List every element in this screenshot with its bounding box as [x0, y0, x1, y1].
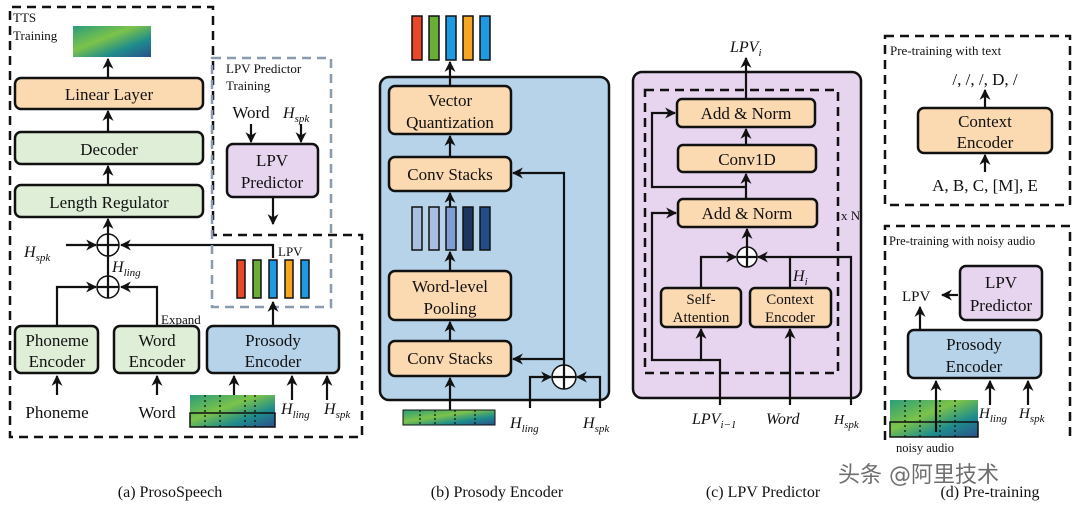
- length-regulator-label: Length Regulator: [49, 193, 169, 212]
- watermark: 头条 @阿里技术: [838, 463, 999, 488]
- quantized-vector-bars: [411, 15, 491, 61]
- panel-prosody-encoder: Vector Quantization Conv Stacks Word-lev…: [378, 15, 610, 435]
- masked-inputs: A, B, C, [M], E: [932, 176, 1038, 195]
- conv1d-label: Conv1D: [718, 150, 776, 169]
- vector-bar: [479, 206, 491, 251]
- word-level-pooling-label: Word-level: [412, 277, 488, 296]
- panel-pre-training: Pre-training with text /, /, /, D, / Con…: [883, 34, 1072, 455]
- lpv-label: LPV: [902, 289, 931, 305]
- vector-bar: [411, 206, 423, 251]
- prosospeech-diagram: TTS Training Linear Layer Decoder Length…: [8, 5, 1072, 501]
- noisy-spectrogram: [889, 400, 979, 438]
- h-spk-input-label: Hspk: [323, 401, 351, 421]
- lpv-predictor-label-2: Predictor: [970, 296, 1033, 315]
- tts-training-label: TTS: [13, 10, 36, 25]
- lpv-predictor-label: LPV: [256, 151, 289, 170]
- repeat-n-label: x N: [841, 208, 861, 223]
- panel-prosospeech: TTS Training Linear Layer Decoder Length…: [8, 5, 364, 439]
- self-attention-label-2: Attention: [673, 310, 730, 326]
- mel-spectrogram: [402, 409, 496, 426]
- add-icon: [736, 246, 758, 268]
- vector-bar: [445, 15, 457, 61]
- context-encoder-label-2: Encoder: [957, 133, 1014, 152]
- add-icon: [551, 364, 577, 390]
- decoder-label: Decoder: [80, 140, 138, 159]
- prosody-encoder-label-2: Encoder: [946, 357, 1003, 376]
- word-label: Word: [232, 103, 270, 122]
- h-ling-label: Hling: [978, 406, 1007, 425]
- prosody-encoder-label: Prosody: [245, 331, 301, 350]
- vector-quantization-label: Vector: [428, 91, 473, 110]
- vector-bar: [411, 15, 423, 61]
- vector-bar: [268, 259, 278, 299]
- text-pretraining-title: Pre-training with text: [890, 43, 1002, 58]
- phoneme-input-label: Phoneme: [25, 403, 88, 422]
- vector-bar: [462, 206, 474, 251]
- caption-b: (b) Prosody Encoder: [431, 484, 564, 501]
- lpv-training-label: LPV Predictor: [226, 61, 302, 76]
- conv-stacks-label: Conv Stacks: [407, 349, 492, 368]
- h-ling-input-label: Hling: [280, 401, 310, 421]
- vector-bar: [252, 259, 262, 299]
- vector-bar: [428, 15, 440, 61]
- panel-lpv-predictor: LPVi Add & Norm Conv1D Add & Norm x N Hi…: [631, 39, 863, 431]
- h-ling-label: Hling: [509, 415, 539, 435]
- vector-quantization-label-2: Quantization: [406, 113, 494, 132]
- h-spk-label: Hspk: [1018, 406, 1046, 425]
- vector-bar: [236, 259, 246, 299]
- lpv-predictor-label: LPV: [985, 273, 1018, 292]
- lpv-prev-label: LPVi−1: [691, 411, 736, 431]
- lpv-predictor-label-2: Predictor: [241, 173, 304, 192]
- noisy-audio-label: noisy audio: [896, 441, 954, 455]
- tts-training-label-2: Training: [13, 28, 58, 43]
- vector-bar: [479, 15, 491, 61]
- caption-c: (c) LPV Predictor: [706, 484, 821, 501]
- h-spk-label: Hspk: [582, 415, 610, 435]
- mel-spectrogram: [189, 395, 276, 428]
- word-input-label: Word: [138, 403, 176, 422]
- vector-bar: [445, 206, 457, 251]
- audio-pretraining-title: Pre-training with noisy audio: [889, 234, 1035, 248]
- add-norm-label: Add & Norm: [701, 104, 792, 123]
- context-encoder-label: Context: [766, 292, 814, 308]
- phoneme-encoder-label-2: Encoder: [29, 352, 86, 371]
- vector-bar: [462, 15, 474, 61]
- masked-outputs: /, /, /, D, /: [952, 70, 1017, 89]
- output-spectrogram: [73, 26, 151, 57]
- add-norm-label: Add & Norm: [702, 204, 793, 223]
- self-attention-label: Self-: [686, 292, 715, 308]
- vector-bar: [428, 206, 440, 251]
- h-spk-label: Hspk: [282, 105, 310, 125]
- vector-bar: [284, 259, 294, 299]
- lpv-label: LPV: [278, 244, 303, 259]
- context-encoder-label-2: Encoder: [765, 310, 815, 326]
- prosody-encoder-label: Prosody: [946, 335, 1002, 354]
- word-encoder-label: Word: [138, 331, 176, 350]
- lpv-training-label-2: Training: [226, 78, 271, 93]
- context-encoder-label: Context: [958, 112, 1012, 131]
- word-encoder-label-2: Encoder: [129, 352, 186, 371]
- h-spk-label: Hspk: [23, 244, 51, 264]
- prosody-encoder-label-2: Encoder: [245, 352, 302, 371]
- h-spk-label: Hspk: [833, 413, 860, 431]
- caption-a: (a) ProsoSpeech: [118, 484, 222, 501]
- phoneme-encoder-label: Phoneme: [25, 331, 88, 350]
- lpv-bars: [236, 259, 310, 299]
- word-label: Word: [766, 411, 800, 428]
- word-level-pooling-label-2: Pooling: [424, 299, 477, 318]
- h-ling-label: Hling: [111, 259, 141, 279]
- lpv-i-output-label: LPVi: [729, 39, 762, 59]
- add-icon: [96, 275, 120, 299]
- add-icon: [96, 233, 120, 257]
- vector-bar: [300, 259, 310, 299]
- linear-layer-label: Linear Layer: [65, 85, 154, 104]
- conv-stacks-label: Conv Stacks: [407, 165, 492, 184]
